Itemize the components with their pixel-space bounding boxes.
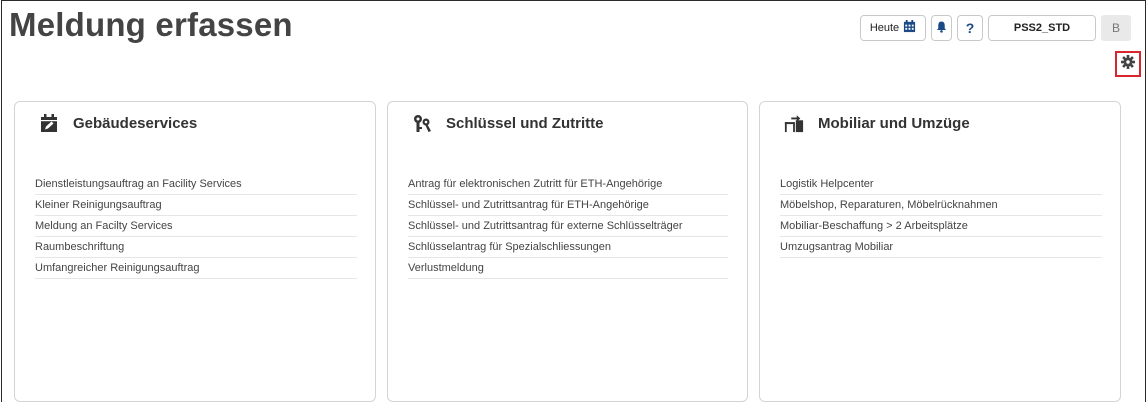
- bell-icon: [936, 21, 947, 36]
- list-item[interactable]: Schlüsselantrag für Spezialschliessungen: [408, 237, 728, 258]
- list-item[interactable]: Mobiliar-Beschaffung > 2 Arbeitsplätze: [780, 216, 1102, 237]
- gear-icon: [1121, 54, 1135, 74]
- notifications-button[interactable]: [931, 15, 952, 41]
- calendar-edit-icon: [39, 113, 59, 133]
- card-title: Gebäudeservices: [73, 114, 198, 132]
- card-link-list: Dienstleistungsauftrag an Facility Servi…: [35, 174, 357, 279]
- avatar[interactable]: B: [1101, 15, 1131, 41]
- list-item[interactable]: Umfangreicher Reinigungsauftrag: [35, 258, 357, 279]
- card-schluessel-und-zutritte: Schlüssel und Zutritte Antrag für elektr…: [387, 101, 748, 402]
- header-toolbar: Heute ? PSS2_STD B: [860, 15, 1131, 43]
- list-item[interactable]: Logistik Helpcenter: [780, 174, 1102, 195]
- list-item[interactable]: Schlüssel- und Zutrittsantrag für ETH-An…: [408, 195, 728, 216]
- keys-icon: [412, 113, 432, 133]
- list-item[interactable]: Dienstleistungsauftrag an Facility Servi…: [35, 174, 357, 195]
- card-gebaeudeservices: Gebäudeservices Dienstleistungsauftrag a…: [14, 101, 376, 402]
- list-item[interactable]: Meldung an Facilty Services: [35, 216, 357, 237]
- today-label: Heute: [869, 22, 900, 34]
- list-item[interactable]: Kleiner Reinigungsauftrag: [35, 195, 357, 216]
- list-item[interactable]: Umzugsantrag Mobiliar: [780, 237, 1102, 258]
- card-header: Gebäudeservices: [39, 110, 197, 136]
- moving-furniture-icon: [784, 113, 804, 133]
- list-item[interactable]: Möbelshop, Reparaturen, Möbelrücknahmen: [780, 195, 1102, 216]
- card-link-list: Antrag für elektronischen Zutritt für ET…: [408, 174, 728, 279]
- help-button[interactable]: ?: [957, 15, 983, 41]
- list-item[interactable]: Verlustmeldung: [408, 258, 728, 279]
- settings-button[interactable]: [1115, 51, 1141, 77]
- list-item[interactable]: Schlüssel- und Zutrittsantrag für extern…: [408, 216, 728, 237]
- card-header: Schlüssel und Zutritte: [412, 110, 604, 136]
- page-title: Meldung erfassen: [9, 6, 293, 43]
- card-link-list: Logistik Helpcenter Möbelshop, Reparatur…: [780, 174, 1102, 258]
- list-item[interactable]: Raumbeschriftung: [35, 237, 357, 258]
- card-mobiliar-und-umzuege: Mobiliar und Umzüge Logistik Helpcenter …: [759, 101, 1121, 402]
- calendar-icon: [903, 20, 916, 36]
- card-header: Mobiliar und Umzüge: [784, 110, 970, 136]
- list-item[interactable]: Antrag für elektronischen Zutritt für ET…: [408, 174, 728, 195]
- card-title: Mobiliar und Umzüge: [818, 114, 970, 132]
- today-button[interactable]: Heute: [860, 15, 926, 41]
- card-title: Schlüssel und Zutritte: [446, 114, 604, 132]
- user-selector[interactable]: PSS2_STD: [988, 15, 1096, 41]
